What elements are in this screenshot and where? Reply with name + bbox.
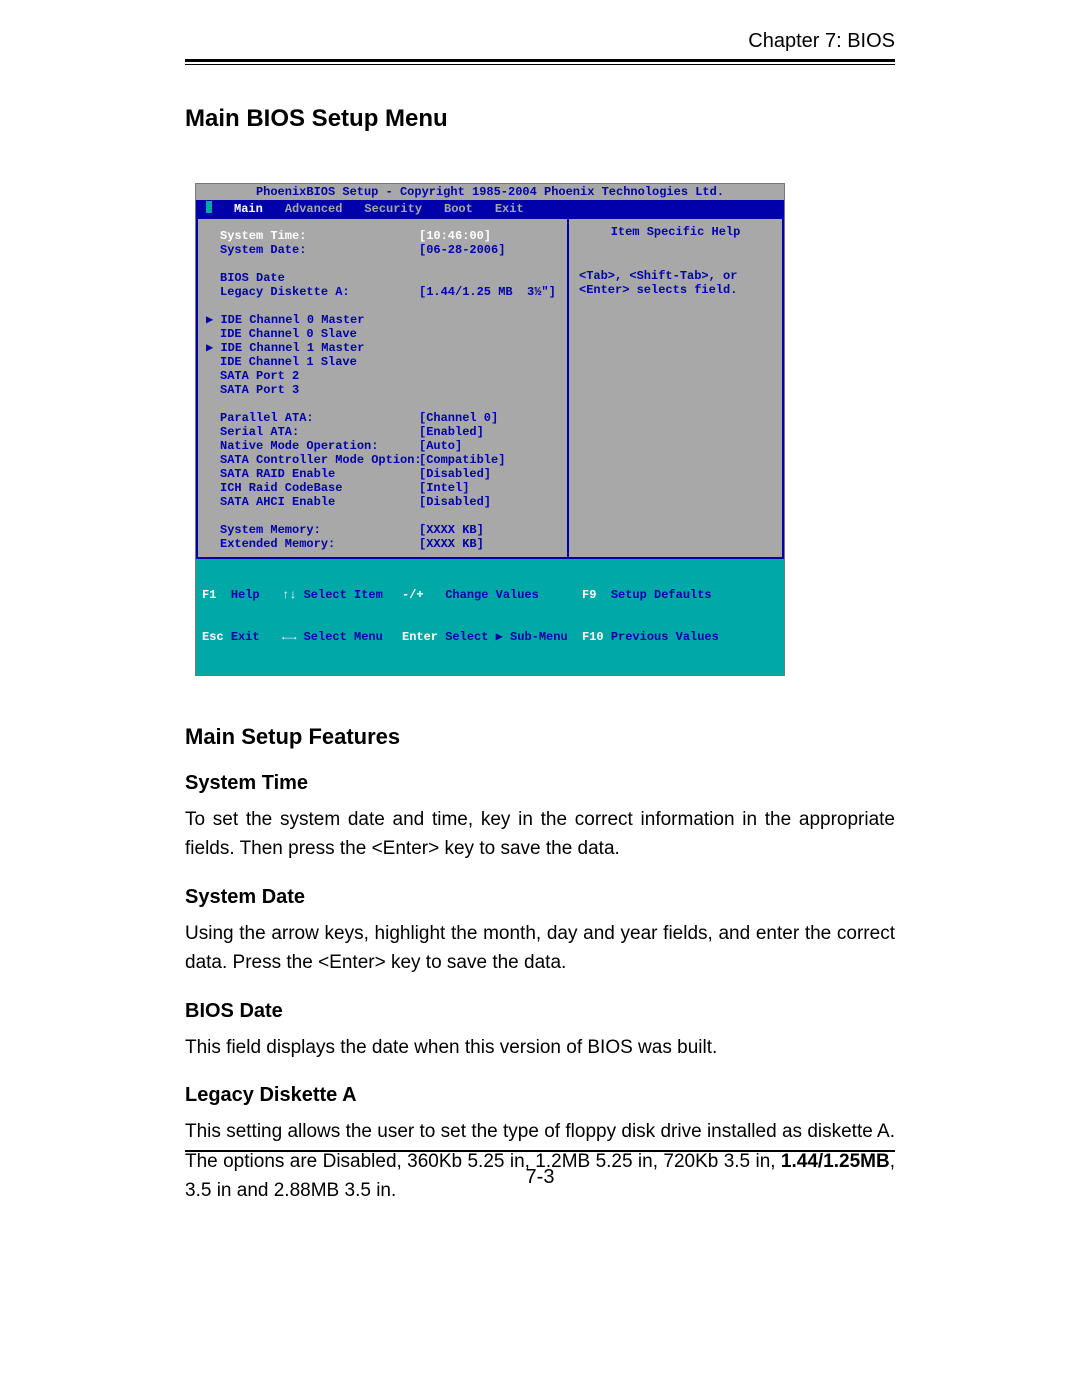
value-sata-raid-enable[interactable]: [Disabled] xyxy=(419,467,561,481)
value-system-time[interactable]: [10:46:00] xyxy=(419,229,561,243)
tab-exit[interactable]: Exit xyxy=(495,202,524,216)
label-ide-ch0-master: IDE Channel 0 Master xyxy=(220,313,364,327)
label-extended-memory: Extended Memory: xyxy=(204,537,419,551)
chapter-label: Chapter 7: BIOS xyxy=(185,30,895,53)
tab-boot[interactable]: Boot xyxy=(444,202,473,216)
submenu-icon: ▶ xyxy=(206,341,220,355)
help-title: Item Specific Help xyxy=(579,225,772,239)
label-sata-controller-mode: SATA Controller Mode Option: xyxy=(204,453,419,467)
row-legacy-diskette-a[interactable]: Legacy Diskette A: [1.44/1.25 MB 3½"] xyxy=(204,285,561,299)
page-title: Main BIOS Setup Menu xyxy=(185,105,895,133)
tab-advanced[interactable]: Advanced xyxy=(285,202,343,216)
bios-title-bar: PhoenixBIOS Setup - Copyright 1985-2004 … xyxy=(196,184,784,200)
label-ide-ch1-slave: IDE Channel 1 Slave xyxy=(204,355,419,369)
bios-key-legend: F1 Help ↑↓ Select Item -/+ Change Values… xyxy=(196,559,784,675)
tab-highlight-mark xyxy=(206,201,212,213)
row-sata-port-2[interactable]: SATA Port 2 xyxy=(204,369,561,383)
row-ide-ch1-slave[interactable]: IDE Channel 1 Slave xyxy=(204,355,561,369)
label-sata-port-2: SATA Port 2 xyxy=(204,369,419,383)
help-text-line1: <Tab>, <Shift-Tab>, or xyxy=(579,269,772,283)
row-extended-memory: Extended Memory:[XXXX KB] xyxy=(204,537,561,551)
label-system-time: System Time: xyxy=(204,229,419,243)
value-sata-ahci-enable[interactable]: [Disabled] xyxy=(419,495,561,509)
label-ide-ch0-slave: IDE Channel 0 Slave xyxy=(204,327,419,341)
heading-bios-date: BIOS Date xyxy=(185,1000,895,1023)
text-system-date: Using the arrow keys, highlight the mont… xyxy=(185,919,895,978)
row-parallel-ata[interactable]: Parallel ATA:[Channel 0] xyxy=(204,411,561,425)
row-sata-raid-enable[interactable]: SATA RAID Enable[Disabled] xyxy=(204,467,561,481)
key-updown: ↑↓ xyxy=(282,588,296,602)
label-serial-ata: Serial ATA: xyxy=(204,425,419,439)
key-leftright: ←→ xyxy=(282,630,296,644)
label-bios-date: BIOS Date xyxy=(204,271,419,285)
label-system-date: System Date: xyxy=(204,243,419,257)
key-plusminus: -/+ xyxy=(402,588,424,602)
bios-menu-tabs: Main Advanced Security Boot Exit xyxy=(196,200,784,217)
label-sata-port-3: SATA Port 3 xyxy=(204,383,419,397)
section-main-setup-features: Main Setup Features xyxy=(185,724,895,750)
footer-rule xyxy=(185,1150,895,1152)
bios-screenshot: PhoenixBIOS Setup - Copyright 1985-2004 … xyxy=(195,183,785,676)
row-bios-date: BIOS Date xyxy=(204,271,561,285)
value-extended-memory: [XXXX KB] xyxy=(419,537,561,551)
key-enter: Enter xyxy=(402,630,438,644)
key-f1: F1 xyxy=(202,588,216,602)
value-ich-raid-codebase[interactable]: [Intel] xyxy=(419,481,561,495)
key-esc: Esc xyxy=(202,630,224,644)
heading-system-date: System Date xyxy=(185,886,895,909)
key-f9: F9 xyxy=(582,588,596,602)
bios-help-panel: Item Specific Help <Tab>, <Shift-Tab>, o… xyxy=(569,217,784,559)
text-bios-date: This field displays the date when this v… xyxy=(185,1033,895,1062)
row-ich-raid-codebase[interactable]: ICH Raid CodeBase[Intel] xyxy=(204,481,561,495)
heading-legacy-diskette-a: Legacy Diskette A xyxy=(185,1084,895,1107)
row-sata-controller-mode[interactable]: SATA Controller Mode Option:[Compatible] xyxy=(204,453,561,467)
key-f10: F10 xyxy=(582,630,604,644)
bios-settings-panel: System Time: [10:46:00] System Date: [06… xyxy=(196,217,569,559)
value-sata-controller-mode[interactable]: [Compatible] xyxy=(419,453,561,467)
row-ide-ch0-master[interactable]: ▶ IDE Channel 0 Master xyxy=(204,313,561,327)
label-ide-ch1-master: IDE Channel 1 Master xyxy=(220,341,364,355)
value-legacy-diskette-a[interactable]: [1.44/1.25 MB 3½"] xyxy=(419,285,561,299)
row-system-date[interactable]: System Date: [06-28-2006] xyxy=(204,243,561,257)
row-native-mode[interactable]: Native Mode Operation:[Auto] xyxy=(204,439,561,453)
label-parallel-ata: Parallel ATA: xyxy=(204,411,419,425)
value-native-mode[interactable]: [Auto] xyxy=(419,439,561,453)
label-ich-raid-codebase: ICH Raid CodeBase xyxy=(204,481,419,495)
value-serial-ata[interactable]: [Enabled] xyxy=(419,425,561,439)
value-parallel-ata[interactable]: [Channel 0] xyxy=(419,411,561,425)
tab-security[interactable]: Security xyxy=(364,202,422,216)
label-system-memory: System Memory: xyxy=(204,523,419,537)
tab-main[interactable]: Main xyxy=(234,202,263,216)
label-sata-raid-enable: SATA RAID Enable xyxy=(204,467,419,481)
text-system-time: To set the system date and time, key in … xyxy=(185,805,895,864)
row-sata-ahci-enable[interactable]: SATA AHCI Enable[Disabled] xyxy=(204,495,561,509)
heading-system-time: System Time xyxy=(185,772,895,795)
page-number: 7-3 xyxy=(185,1166,895,1189)
row-serial-ata[interactable]: Serial ATA:[Enabled] xyxy=(204,425,561,439)
value-system-memory: [XXXX KB] xyxy=(419,523,561,537)
header-rule xyxy=(185,59,895,65)
label-sata-ahci-enable: SATA AHCI Enable xyxy=(204,495,419,509)
row-system-memory: System Memory:[XXXX KB] xyxy=(204,523,561,537)
submenu-icon: ▶ xyxy=(206,313,220,327)
row-ide-ch1-master[interactable]: ▶ IDE Channel 1 Master xyxy=(204,341,561,355)
value-system-date[interactable]: [06-28-2006] xyxy=(419,243,561,257)
row-ide-ch0-slave[interactable]: IDE Channel 0 Slave xyxy=(204,327,561,341)
label-legacy-diskette-a: Legacy Diskette A: xyxy=(204,285,419,299)
row-system-time[interactable]: System Time: [10:46:00] xyxy=(204,229,561,243)
help-text-line2: <Enter> selects field. xyxy=(579,283,772,297)
row-sata-port-3[interactable]: SATA Port 3 xyxy=(204,383,561,397)
label-native-mode: Native Mode Operation: xyxy=(204,439,419,453)
